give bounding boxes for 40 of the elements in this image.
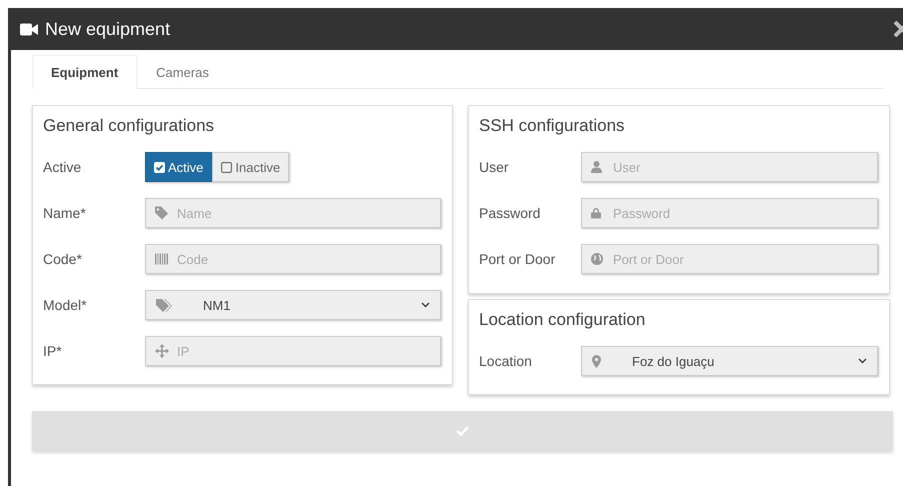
section-title: Location configuration bbox=[479, 310, 646, 331]
tags-icon bbox=[156, 298, 172, 312]
field-label: Name* bbox=[43, 205, 87, 221]
select-field[interactable]: Foz do Iguaçu bbox=[581, 346, 878, 376]
toggle-option[interactable]: Inactive bbox=[212, 152, 290, 182]
input-field[interactable]: Code bbox=[145, 244, 441, 274]
field-label: Active bbox=[43, 159, 82, 175]
move-arrows-icon bbox=[155, 344, 169, 358]
field-label: Port or Door bbox=[479, 251, 556, 267]
field-label: IP* bbox=[43, 343, 63, 359]
field-label: Model* bbox=[43, 297, 88, 313]
field-label: Code* bbox=[43, 251, 83, 267]
lock-icon bbox=[591, 208, 601, 218]
input-field[interactable]: IP bbox=[145, 336, 441, 366]
tab[interactable]: Cameras bbox=[137, 55, 228, 89]
chevron-down-icon bbox=[858, 358, 867, 364]
field-label: Password bbox=[479, 205, 542, 221]
user-icon bbox=[591, 161, 602, 173]
input-field[interactable]: User bbox=[581, 152, 878, 182]
field-label: User bbox=[479, 159, 510, 175]
tab[interactable]: Equipment bbox=[32, 55, 138, 89]
tag-icon bbox=[155, 206, 168, 220]
barcode-icon bbox=[155, 254, 168, 264]
map-marker-icon bbox=[592, 354, 601, 368]
video-camera-icon bbox=[20, 22, 38, 36]
field-label: Location bbox=[479, 353, 533, 369]
empty-checkbox-icon bbox=[221, 162, 232, 172]
checkmark-icon bbox=[456, 426, 469, 436]
toggle-option[interactable]: Active bbox=[145, 152, 212, 182]
section-title: General configurations bbox=[43, 116, 216, 137]
input-field[interactable]: Password bbox=[581, 198, 878, 228]
close-icon[interactable] bbox=[893, 21, 903, 37]
chevron-down-icon bbox=[421, 302, 430, 308]
window-title: New equipment bbox=[45, 18, 170, 40]
section-title: SSH configurations bbox=[479, 116, 626, 137]
input-field[interactable]: Port or Door bbox=[581, 244, 878, 274]
checked-box-icon bbox=[154, 162, 165, 172]
input-field[interactable]: Name bbox=[145, 198, 441, 228]
globe-icon bbox=[591, 253, 603, 265]
select-field[interactable]: NM1 bbox=[145, 290, 441, 320]
